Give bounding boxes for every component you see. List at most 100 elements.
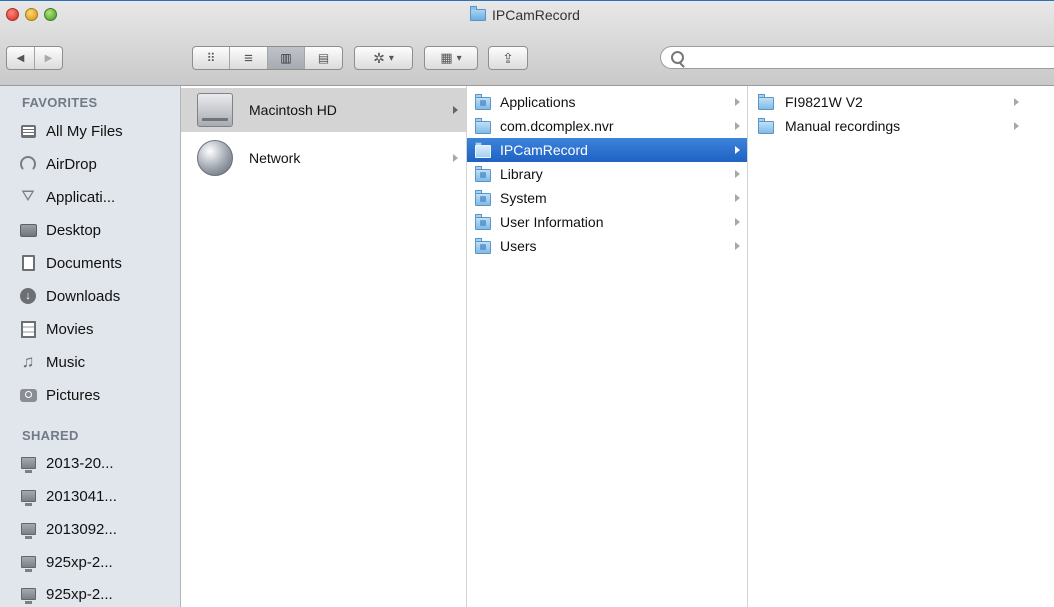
icon-view-button[interactable]: ⠿: [193, 47, 230, 69]
sidebar-item-downloads[interactable]: ↓ Downloads: [19, 281, 179, 311]
sidebar-item-shared-computer[interactable]: 2013041...: [19, 481, 179, 511]
share-icon: ⇪: [502, 49, 514, 66]
disclosure-arrow-icon: [735, 242, 740, 250]
column-item-label: Applications: [500, 94, 576, 110]
action-menu-button[interactable]: ✲ ▾: [354, 46, 413, 70]
folder-icon: [475, 141, 491, 158]
column-item-label: IPCamRecord: [500, 142, 588, 158]
chevron-down-icon: ▾: [388, 52, 394, 64]
column-item-label: Macintosh HD: [249, 102, 337, 118]
column-item-com-dcomplex-nvr[interactable]: com.dcomplex.nvr: [467, 114, 747, 138]
minimize-window-button[interactable]: [25, 8, 38, 21]
column-item-fi9821w-v2[interactable]: FI9821W V2: [748, 90, 1054, 114]
computer-icon: [19, 585, 37, 604]
close-window-button[interactable]: [6, 8, 19, 21]
gear-icon: ✲: [373, 49, 385, 66]
disclosure-arrow-icon: [735, 146, 740, 154]
finder-window: IPCamRecord ◀ ▶ ⠿ ≡ ▥ ▤ ✲ ▾ ▦ ▾ ⇪ FAVORI…: [0, 0, 1054, 607]
sidebar-item-label: Pictures: [46, 386, 101, 404]
search-input[interactable]: [689, 49, 1043, 68]
sidebar-item-desktop[interactable]: Desktop: [19, 215, 179, 245]
title-toolbar: IPCamRecord ◀ ▶ ⠿ ≡ ▥ ▤ ✲ ▾ ▦ ▾ ⇪: [0, 0, 1054, 86]
browser-column-1: Macintosh HD Network: [181, 86, 467, 607]
sidebar-item-shared-computer[interactable]: 925xp-2...: [19, 579, 179, 607]
column-item-label: System: [500, 190, 547, 206]
disclosure-arrow-icon: [1014, 98, 1019, 106]
folder-icon: [475, 117, 491, 134]
back-forward-control: ◀ ▶: [6, 46, 63, 70]
sidebar-item-documents[interactable]: Documents: [19, 248, 179, 278]
sidebar-item-all-my-files[interactable]: All My Files: [19, 116, 179, 146]
sidebar-item-label: 2013041...: [46, 487, 117, 505]
disclosure-arrow-icon: [735, 98, 740, 106]
airdrop-icon: [19, 155, 37, 173]
column-item-manual-recordings[interactable]: Manual recordings: [748, 114, 1054, 138]
column-item-label: Users: [500, 238, 537, 254]
column-view-button[interactable]: ▥: [268, 47, 305, 69]
sidebar-heading-shared: SHARED: [22, 428, 79, 443]
applications-folder-icon: [475, 93, 491, 110]
column-item-user-information[interactable]: User Information: [467, 210, 747, 234]
search-icon: [671, 51, 684, 64]
column-item-network[interactable]: Network: [181, 136, 466, 180]
user-info-icon: [475, 213, 491, 230]
cover-flow-view-button[interactable]: ▤: [305, 47, 342, 69]
disclosure-arrow-icon: [453, 106, 458, 114]
folder-icon: [470, 6, 486, 21]
disclosure-arrow-icon: [735, 122, 740, 130]
library-folder-icon: [475, 165, 491, 182]
share-button[interactable]: ⇪: [488, 46, 528, 70]
search-field[interactable]: [660, 46, 1054, 69]
column-item-label: User Information: [500, 214, 604, 230]
sidebar-item-shared-computer[interactable]: 2013092...: [19, 514, 179, 544]
column-item-users[interactable]: Users: [467, 234, 747, 258]
folder-icon: [758, 93, 774, 110]
documents-icon: [19, 254, 37, 272]
computer-icon: [19, 454, 37, 473]
list-view-button[interactable]: ≡: [230, 47, 268, 69]
column-item-system[interactable]: System: [467, 186, 747, 210]
sidebar-item-airdrop[interactable]: AirDrop: [19, 149, 179, 179]
sidebar-item-label: Applicati...: [46, 188, 116, 206]
all-files-icon: [19, 122, 37, 140]
sidebar-heading-favorites: FAVORITES: [22, 95, 98, 110]
sidebar-item-label: 2013-20...: [46, 454, 114, 472]
column-item-macintosh-hd[interactable]: Macintosh HD: [181, 88, 466, 132]
back-button[interactable]: ◀: [7, 47, 35, 69]
sidebar-item-applications[interactable]: ⛛ Applicati...: [19, 182, 179, 212]
music-icon: ♫: [21, 352, 35, 371]
sidebar-item-music[interactable]: ♫ Music: [19, 347, 179, 377]
browser-column-2: Applications com.dcomplex.nvr IPCamRecor…: [467, 86, 748, 607]
zoom-window-button[interactable]: [44, 8, 57, 21]
sidebar: FAVORITES All My Files AirDrop ⛛ Applica…: [0, 86, 181, 607]
view-mode-control: ⠿ ≡ ▥ ▤: [192, 46, 343, 70]
disclosure-arrow-icon: [453, 154, 458, 162]
sidebar-item-label: 2013092...: [46, 520, 117, 538]
computer-icon: [19, 520, 37, 539]
column-item-label: Library: [500, 166, 543, 182]
column-item-label: Manual recordings: [785, 118, 901, 134]
sidebar-item-movies[interactable]: Movies: [19, 314, 179, 344]
sidebar-item-label: Documents: [46, 254, 122, 272]
window-title-text: IPCamRecord: [492, 7, 580, 23]
movies-icon: [19, 320, 37, 338]
chevron-down-icon: ▾: [456, 52, 462, 64]
downloads-icon: ↓: [19, 287, 37, 305]
hard-drive-icon: [197, 93, 233, 127]
sidebar-item-shared-computer[interactable]: 925xp-2...: [19, 547, 179, 577]
sidebar-item-shared-computer[interactable]: 2013-20...: [19, 448, 179, 478]
sidebar-item-label: Downloads: [46, 287, 121, 305]
column-item-ipcamrecord[interactable]: IPCamRecord: [467, 138, 747, 162]
column-item-label: com.dcomplex.nvr: [500, 118, 614, 134]
sidebar-item-pictures[interactable]: Pictures: [19, 380, 179, 410]
arrange-icon: ▦: [440, 50, 453, 65]
forward-button[interactable]: ▶: [35, 47, 62, 69]
system-folder-icon: [475, 189, 491, 206]
column-item-library[interactable]: Library: [467, 162, 747, 186]
computer-icon: [19, 487, 37, 506]
sidebar-item-label: Movies: [46, 320, 94, 338]
desktop-icon: [19, 221, 37, 239]
column-item-label: Network: [249, 150, 301, 166]
column-item-applications[interactable]: Applications: [467, 90, 747, 114]
arrange-menu-button[interactable]: ▦ ▾: [424, 46, 478, 70]
